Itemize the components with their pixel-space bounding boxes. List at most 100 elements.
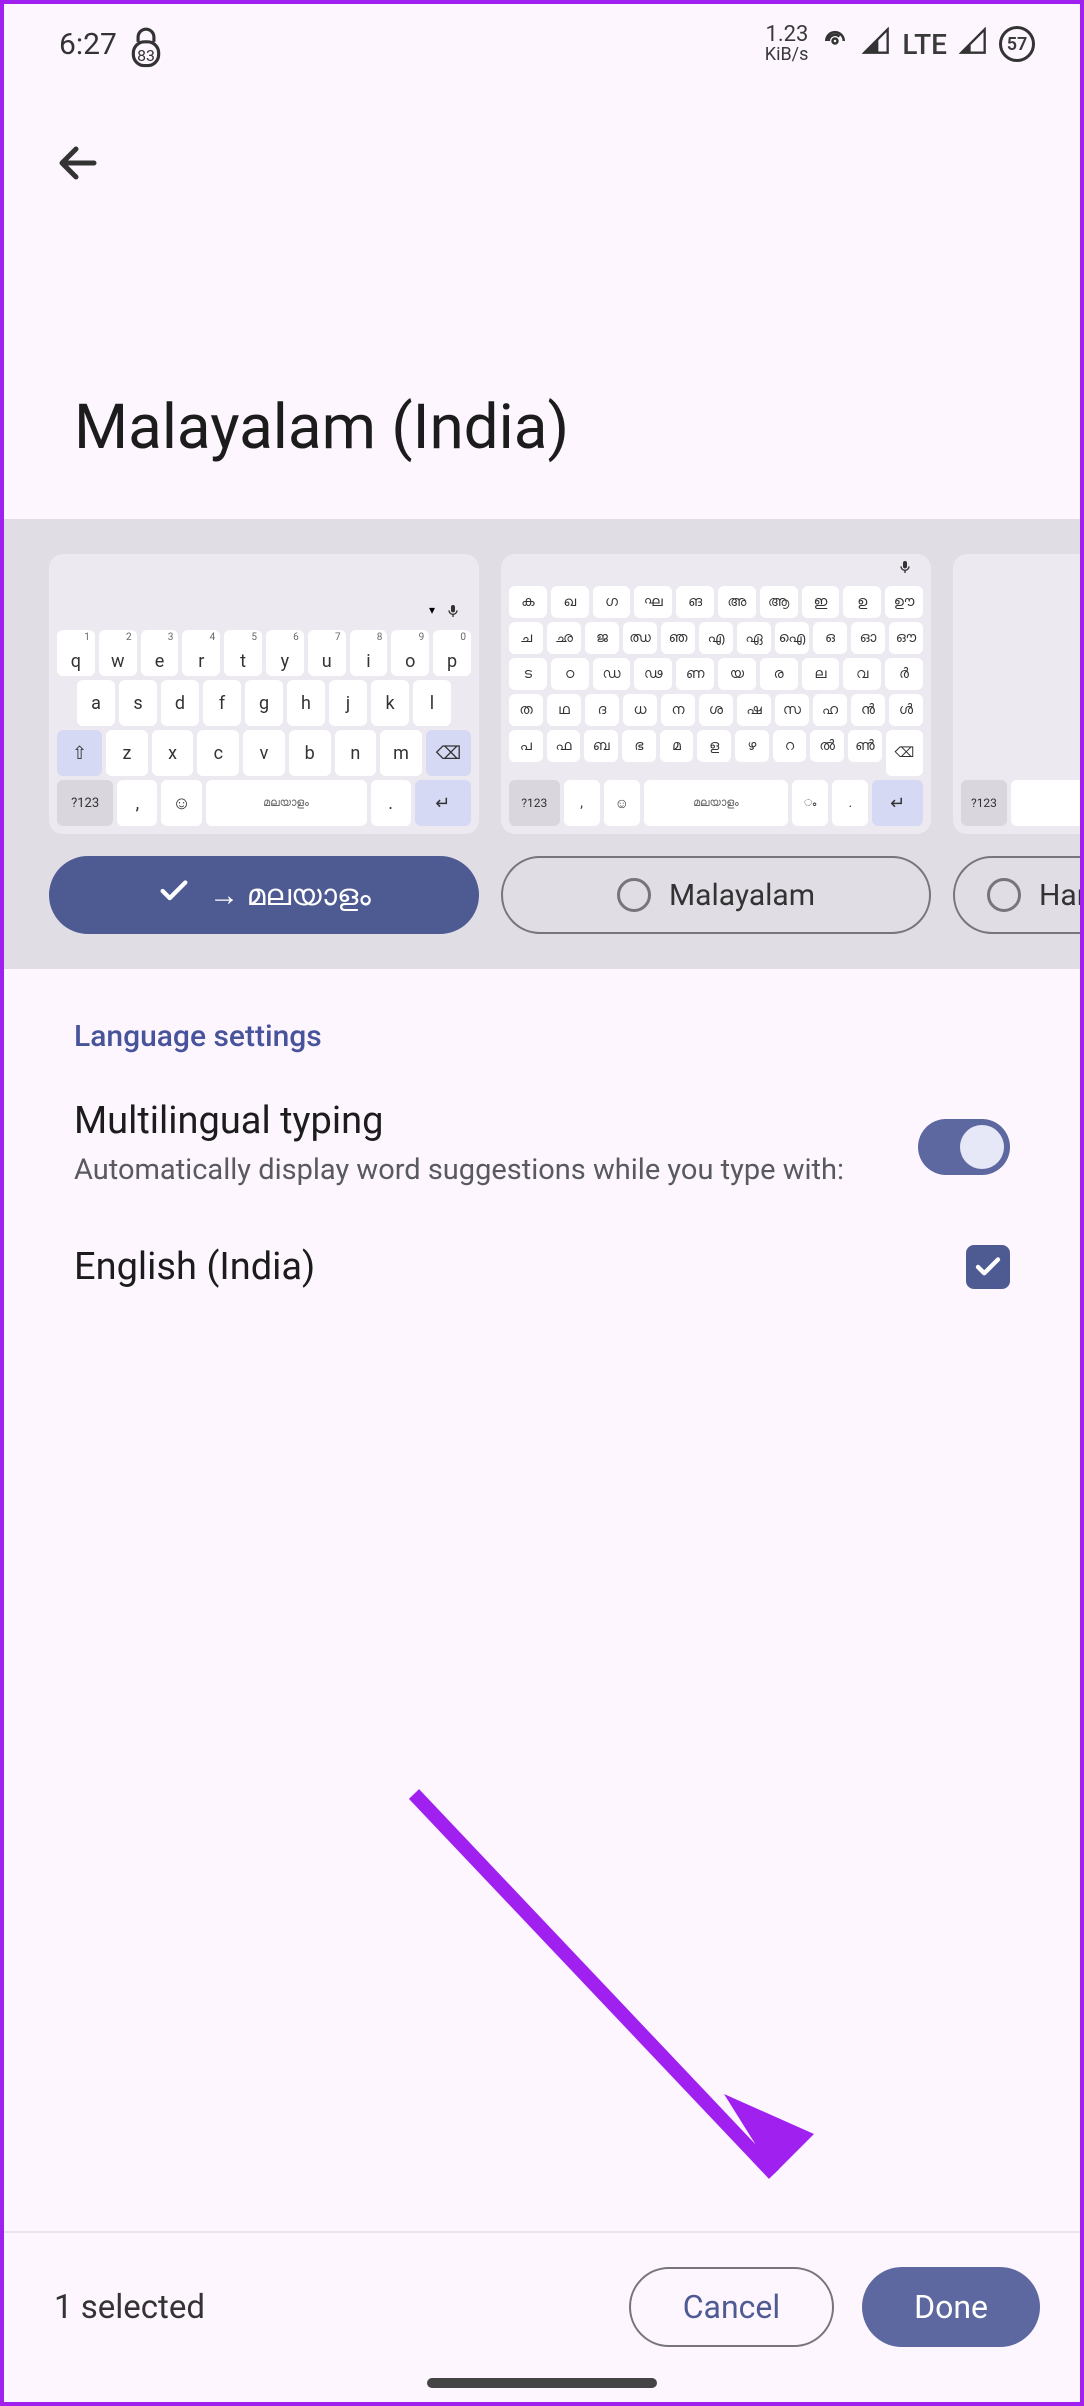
symbols-key: ?123 — [57, 780, 113, 826]
key: ഓ — [851, 622, 885, 654]
space-key: മലയ — [1011, 780, 1080, 826]
network-type: LTE — [902, 28, 947, 61]
key: z — [106, 730, 148, 776]
key: ഊ — [885, 586, 923, 618]
key: h — [287, 680, 325, 726]
key: ൾ — [889, 694, 923, 726]
layout-option-transliteration[interactable]: ▾ q1w2e3r4t5y6u7i8o9p0 asdfghjkl ⇧ zxcvb… — [49, 554, 479, 934]
multilingual-typing-row[interactable]: Multilingual typing Automatically displa… — [74, 1099, 1010, 1190]
key: ക — [509, 586, 547, 618]
key: ഘ — [634, 586, 672, 618]
key: ഔ — [889, 622, 923, 654]
key: s — [119, 680, 157, 726]
key: ഗ — [593, 586, 631, 618]
layout-option-handwriting[interactable]: ?123 മലയ Handwriting — [953, 554, 1080, 934]
key: ണ — [676, 658, 714, 690]
backspace-key: ⌫ — [426, 730, 471, 776]
symbols-key: ?123 — [961, 780, 1007, 826]
hotspot-icon — [820, 26, 850, 62]
key: ത — [509, 694, 543, 726]
key: ങ — [676, 586, 714, 618]
annotation-arrow — [394, 1774, 864, 2244]
key: l — [413, 680, 451, 726]
key: ഒ — [813, 622, 847, 654]
key: ഥ — [547, 694, 581, 726]
keyboard-preview-2: കഖഗഘങഅആഇഉഊ ചഛജഝഞഎഏഐഒഓഔ ടഠഡഢണയരലവർ തഥദധനശ… — [501, 554, 931, 834]
key: ഷ — [737, 694, 771, 726]
key: ൺ — [848, 730, 882, 762]
layout-chip-selected[interactable]: → മലയാളം — [49, 856, 479, 934]
svg-text:83: 83 — [137, 46, 155, 65]
key: q1 — [57, 630, 95, 676]
key: a — [77, 680, 115, 726]
key: ഉ — [843, 586, 881, 618]
key: ഖ — [551, 586, 589, 618]
key: ച — [509, 622, 543, 654]
back-button[interactable] — [54, 172, 102, 191]
key: ഛ — [547, 622, 581, 654]
key: i8 — [350, 630, 388, 676]
key: ഞ — [661, 622, 695, 654]
radio-icon — [987, 878, 1021, 912]
key: ദ — [585, 694, 619, 726]
key: ർ — [885, 658, 923, 690]
enter-key: ↵ — [872, 780, 923, 826]
bottom-action-bar: 1 selected Cancel Done — [4, 2267, 1080, 2347]
key: c — [197, 730, 239, 776]
key: ഹ — [813, 694, 847, 726]
key: ഇ — [802, 586, 840, 618]
key: x — [152, 730, 194, 776]
key: o9 — [391, 630, 429, 676]
enter-key: ↵ — [415, 780, 471, 826]
key: വ — [843, 658, 881, 690]
layout-chip-label: Handwriting — [1039, 878, 1080, 913]
key: സ — [775, 694, 809, 726]
key: ല — [802, 658, 840, 690]
key: ഭ — [622, 730, 656, 762]
signal-icon-2 — [959, 27, 987, 61]
emoji-key: ☺ — [604, 780, 640, 826]
key: d — [161, 680, 199, 726]
key: j — [329, 680, 367, 726]
page-title: Malayalam (India) — [4, 191, 1080, 519]
gesture-nav-handle[interactable] — [427, 2378, 657, 2388]
key: b — [289, 730, 331, 776]
key: g — [245, 680, 283, 726]
layout-chip-handwriting[interactable]: Handwriting — [953, 856, 1080, 934]
signal-icon-1 — [862, 27, 890, 61]
key: w2 — [99, 630, 137, 676]
language-checkbox[interactable] — [966, 1245, 1010, 1289]
layout-chip-label: → മലയാളം — [209, 878, 371, 913]
key: ഝ — [623, 622, 657, 654]
status-right: 1.23 KiB/s LTE 57 — [765, 24, 1035, 64]
key: അ — [718, 586, 756, 618]
status-time: 6:27 — [59, 27, 117, 62]
network-speed: 1.23 KiB/s — [765, 24, 809, 64]
layout-carousel[interactable]: ▾ q1w2e3r4t5y6u7i8o9p0 asdfghjkl ⇧ zxcvb… — [4, 519, 1080, 969]
key: ഴ — [735, 730, 769, 762]
keyboard-preview-3: ?123 മലയ — [953, 554, 1080, 834]
language-name: English (India) — [74, 1245, 315, 1289]
key: e3 — [141, 630, 179, 676]
layout-chip-label: Malayalam — [669, 878, 815, 913]
status-bar: 6:27 83 1.23 KiB/s LTE 57 — [4, 4, 1080, 84]
key: ര — [760, 658, 798, 690]
symbols-key: ?123 — [509, 780, 560, 826]
key: എ — [699, 622, 733, 654]
layout-option-malayalam[interactable]: കഖഗഘങഅആഇഉഊ ചഛജഝഞഎഏഐഒഓഔ ടഠഡഢണയരലവർ തഥദധനശ… — [501, 554, 931, 934]
key: ട — [509, 658, 547, 690]
section-header: Language settings — [74, 1019, 1010, 1054]
language-english-row[interactable]: English (India) — [74, 1245, 1010, 1289]
cancel-button[interactable]: Cancel — [629, 2267, 834, 2347]
layout-chip-malayalam[interactable]: Malayalam — [501, 856, 931, 934]
key: r4 — [182, 630, 220, 676]
multilingual-toggle[interactable] — [918, 1119, 1010, 1175]
done-button[interactable]: Done — [862, 2267, 1040, 2347]
key: റ — [773, 730, 807, 762]
key: പ — [509, 730, 543, 762]
mic-icon — [897, 559, 913, 578]
key: ഏ — [737, 622, 771, 654]
space-key: മലയാളം — [206, 780, 367, 826]
key: ഫ — [547, 730, 581, 762]
period-key: . — [371, 780, 411, 826]
